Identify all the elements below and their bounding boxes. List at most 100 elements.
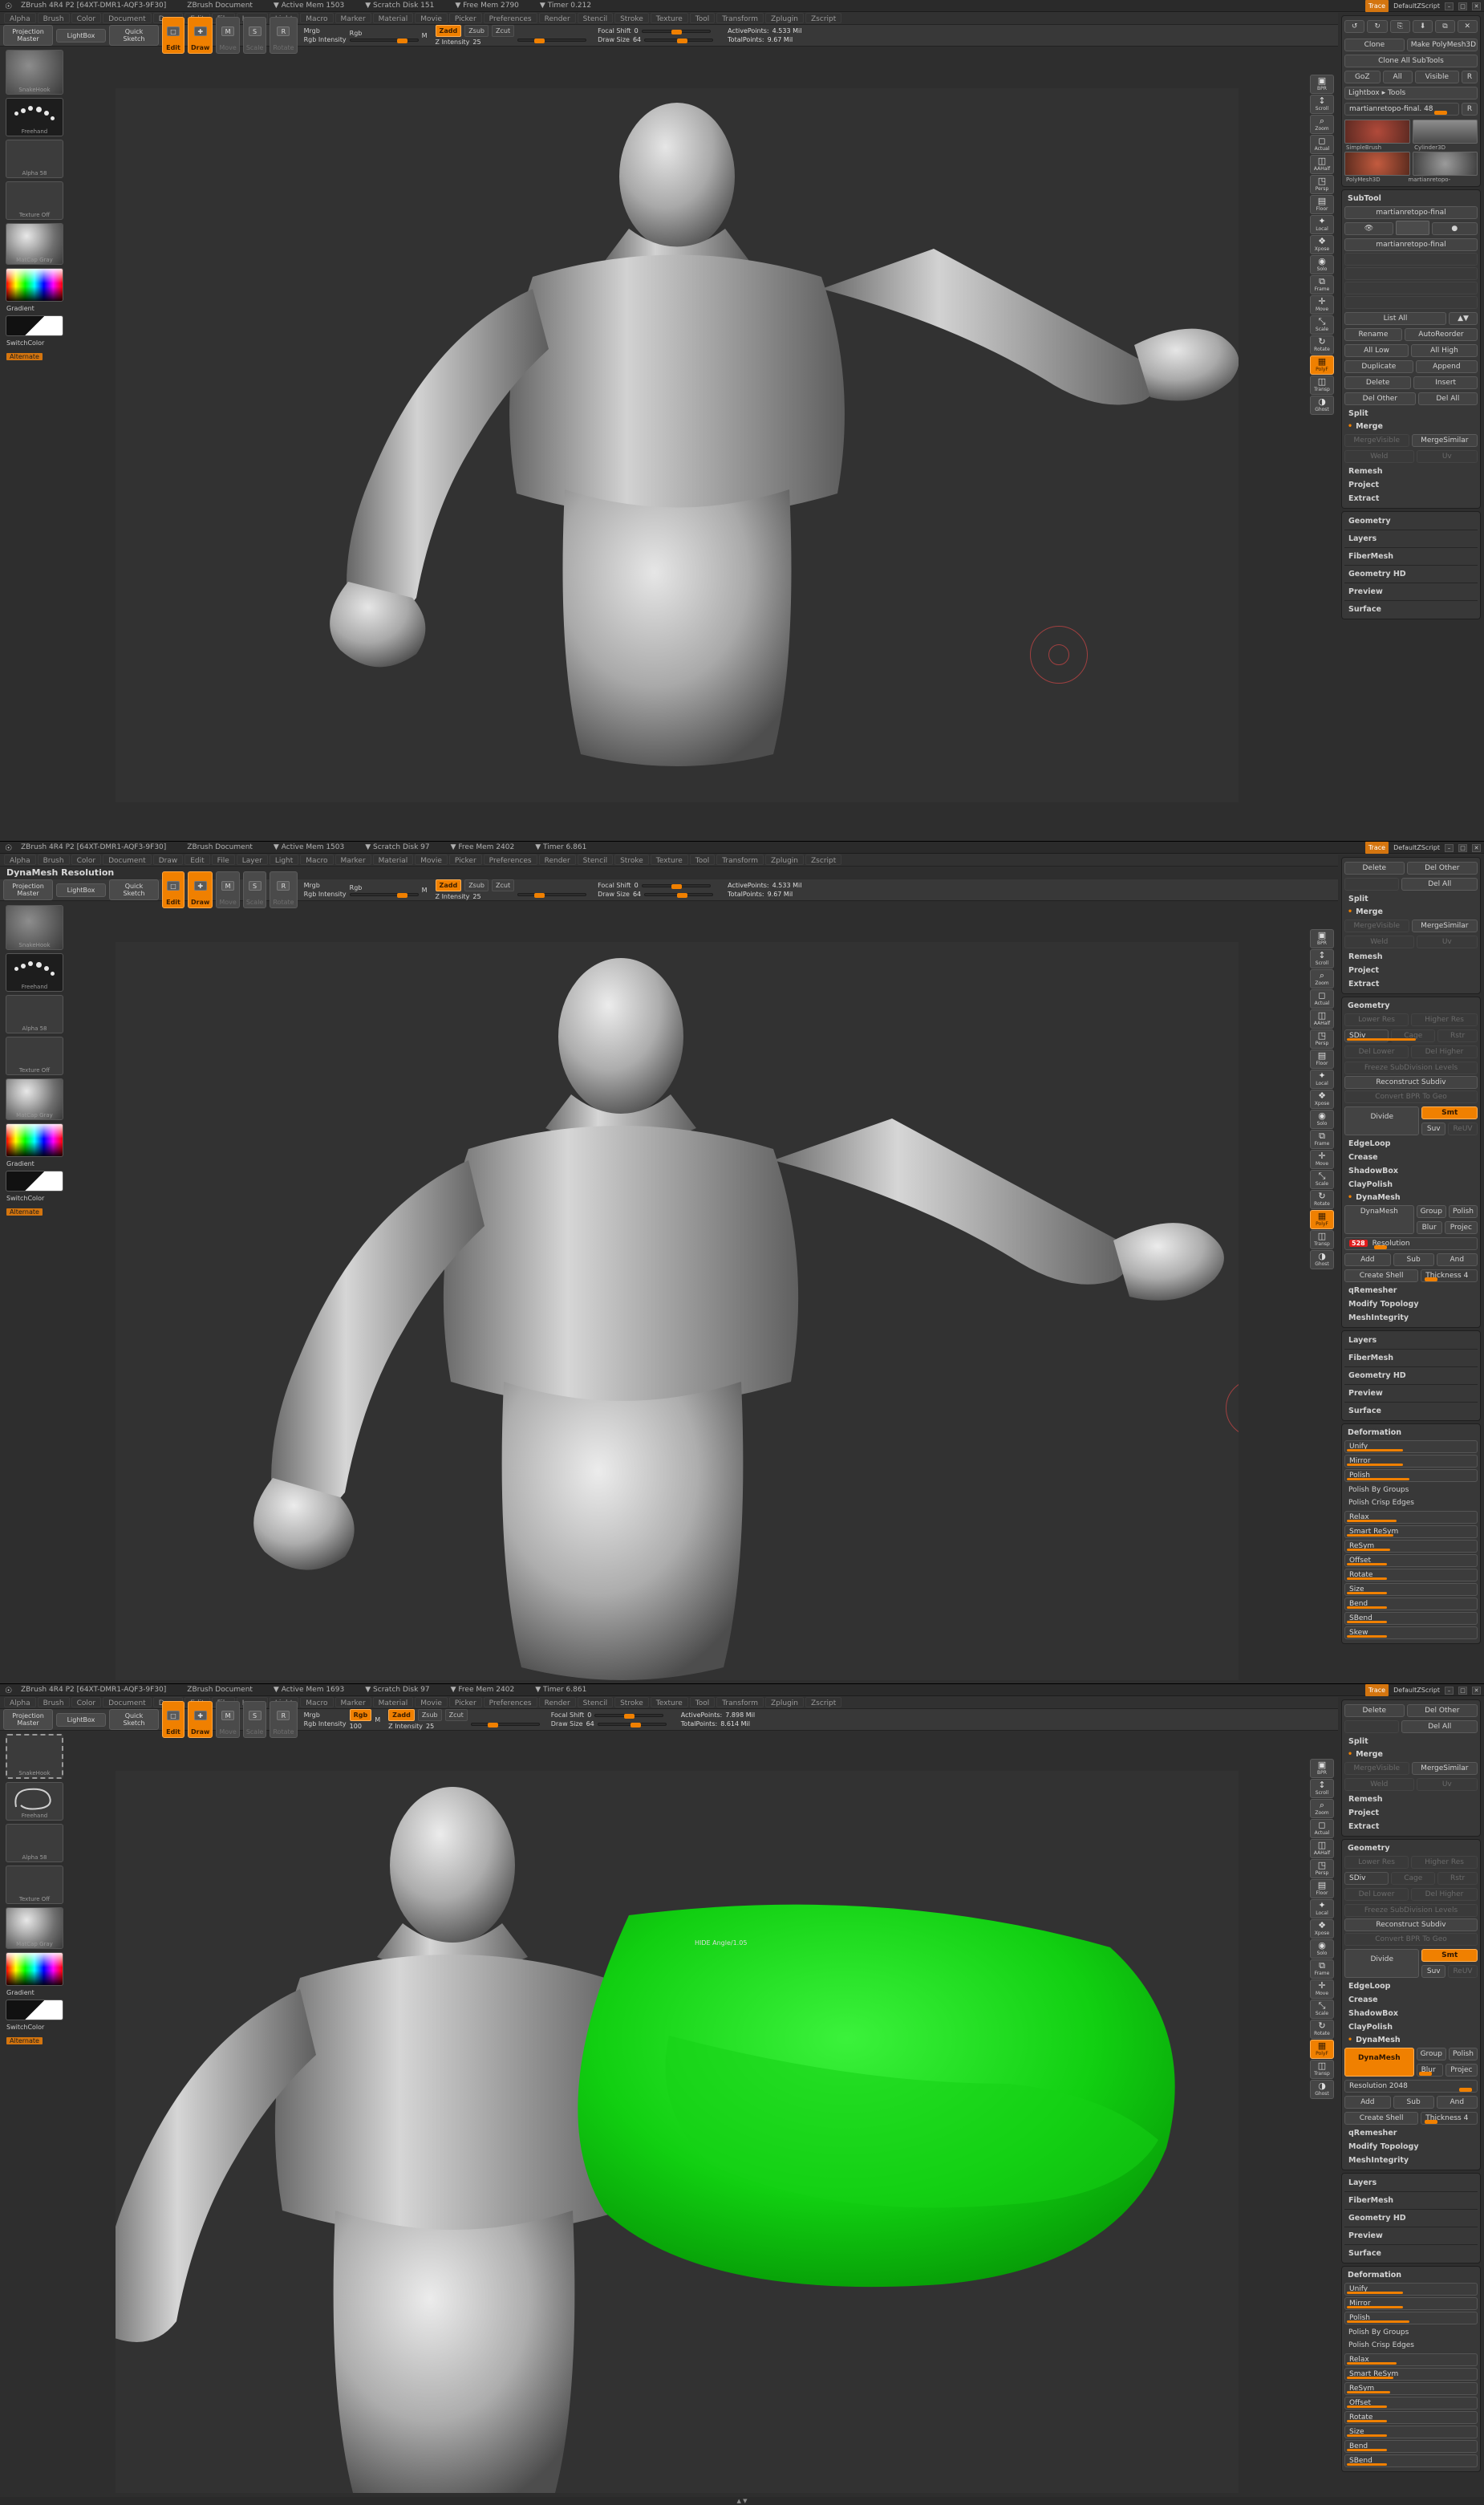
merge-similar-button-2[interactable]: MergeSimilar (1411, 920, 1478, 932)
subtool-slot-3[interactable] (1344, 282, 1478, 294)
shadowbox-section[interactable]: ShadowBox (1344, 1164, 1478, 1178)
rail-button-zoom-2[interactable]: ⌕ Zoom (1310, 969, 1334, 989)
create-shell-button-2[interactable]: Create Shell (1344, 1269, 1419, 1282)
alpha-swatch[interactable]: Alpha 58 (6, 140, 63, 178)
dynamesh-add-button-3[interactable]: Add (1344, 2096, 1391, 2109)
dynamesh-sub-button-2[interactable]: Sub (1393, 1253, 1434, 1266)
zadd-button-3[interactable]: Zadd (388, 1709, 415, 1721)
merge-visible-button[interactable]: MergeVisible (1344, 434, 1409, 447)
move-mode-button-3[interactable]: M Move (216, 1701, 240, 1738)
fibermesh-section-header-2[interactable]: FiberMesh (1344, 1351, 1478, 1365)
menu-material-3[interactable]: Material (372, 1697, 414, 1707)
stroke-swatch-2[interactable]: Freehand (6, 953, 63, 992)
menu-texture[interactable]: Texture (650, 13, 688, 23)
subtool-paint-icon[interactable]: ● (1431, 222, 1478, 235)
focal-shift-slider-2[interactable] (641, 883, 711, 889)
menu-tool-3[interactable]: Tool (689, 1697, 716, 1707)
maximize-button[interactable]: □ (1458, 2, 1467, 10)
remesh-section[interactable]: Remesh (1344, 465, 1478, 478)
rail-button-move-3[interactable]: ✛ Move (1310, 1979, 1334, 1999)
smt-button[interactable]: Smt (1421, 1106, 1478, 1119)
cage-button-3[interactable]: Cage (1391, 1872, 1436, 1885)
rail-button-ghost-1[interactable]: ◑ Ghost (1310, 396, 1334, 415)
menu-color-3[interactable]: Color (71, 1697, 102, 1707)
draw-mode-button-3[interactable]: ✚ Draw (188, 1701, 213, 1738)
merge-similar-button-3[interactable]: MergeSimilar (1411, 1762, 1478, 1775)
rail-button-polyf-2[interactable]: ▦ PolyF (1310, 1210, 1334, 1229)
geometry-hd-section-header-3[interactable]: Geometry HD (1344, 2211, 1478, 2225)
rail-button-actual-3[interactable]: ◻ Actual (1310, 1819, 1334, 1838)
dynamesh-resolution-slider-3[interactable]: Resolution 2048 (1344, 2080, 1478, 2093)
preview-section-header-3[interactable]: Preview (1344, 2229, 1478, 2243)
menu-macro[interactable]: Macro (300, 13, 334, 23)
clone-all-subtools-button[interactable]: Clone All SubTools (1344, 55, 1478, 67)
convert-bpr-to-geo-button[interactable]: Convert BPR To Geo (1344, 1090, 1478, 1103)
menu-color-2[interactable]: Color (71, 855, 102, 865)
mrgb-button-2[interactable]: Mrgb (304, 882, 347, 889)
rail-button-persp-1[interactable]: ◳ Persp (1310, 175, 1334, 194)
menu-stencil-3[interactable]: Stencil (577, 1697, 614, 1707)
reuv-button-3[interactable]: ReUV (1448, 1965, 1478, 1978)
zcut-button[interactable]: Zcut (492, 25, 515, 37)
deformation-row-resym[interactable]: ReSym (1344, 1540, 1478, 1553)
menu-alpha-2[interactable]: Alpha (4, 855, 36, 865)
sdiv-slider[interactable]: SDiv (1344, 1029, 1416, 1042)
rgb-button-3[interactable]: Rgb (349, 1709, 372, 1721)
rail-button-move-2[interactable]: ✛ Move (1310, 1150, 1334, 1169)
lightbox-button-3[interactable]: LightBox (56, 1712, 106, 1727)
rail-button-frame-2[interactable]: ⧉ Frame (1310, 1130, 1334, 1149)
del-lower-button[interactable]: Del Lower (1344, 1045, 1409, 1058)
maximize-button-2[interactable]: □ (1458, 843, 1467, 852)
rail-button-zoom-3[interactable]: ⌕ Zoom (1310, 1799, 1334, 1818)
rgb-intensity-slider[interactable] (349, 38, 419, 43)
dynamesh-add-button-2[interactable]: Add (1344, 1253, 1391, 1266)
m-button-3[interactable]: M (375, 1716, 380, 1723)
rotate-mode-button-3[interactable]: R Rotate (270, 1701, 298, 1738)
surface-section-header-2[interactable]: Surface (1344, 1404, 1478, 1418)
rail-button-aahalf-1[interactable]: ◫ AAHalf (1310, 155, 1334, 174)
menu-zscript[interactable]: Zscript (805, 13, 842, 23)
deformation-row-rotate[interactable]: Rotate (1344, 1569, 1478, 1581)
deformation-row-polish-crisp-edges[interactable]: Polish Crisp Edges (1344, 1496, 1478, 1509)
switch-color-swatch[interactable] (6, 315, 63, 336)
edgeloop-section[interactable]: EdgeLoop (1344, 1137, 1478, 1151)
redo-icon[interactable]: ↻ (1367, 20, 1388, 33)
merge-similar-button[interactable]: MergeSimilar (1411, 434, 1478, 447)
mesh-integrity-section-2[interactable]: MeshIntegrity (1344, 1311, 1478, 1325)
divide-button[interactable]: Divide (1344, 1106, 1420, 1135)
menu-movie-2[interactable]: Movie (415, 855, 448, 865)
weld-button-3[interactable]: Weld (1344, 1778, 1414, 1791)
thickness-slider-2[interactable]: Thickness 4 (1421, 1269, 1478, 1282)
menu-zplugin-3[interactable]: Zplugin (765, 1697, 805, 1707)
menu-file-2[interactable]: File (211, 855, 235, 865)
tool-r-button[interactable]: R (1462, 103, 1478, 116)
reuv-button[interactable]: ReUV (1448, 1123, 1478, 1135)
menu-alpha-3[interactable]: Alpha (4, 1697, 36, 1707)
zsub-button[interactable]: Zsub (464, 25, 489, 37)
rail-button-solo-3[interactable]: ◉ Solo (1310, 1939, 1334, 1959)
uv-button[interactable]: Uv (1416, 450, 1478, 463)
dynamesh-project-button-2[interactable]: Projec (1444, 1221, 1478, 1234)
menu-alpha[interactable]: Alpha (4, 13, 36, 23)
rail-button-xpose-1[interactable]: ❖ Xpose (1310, 235, 1334, 254)
switch-color-swatch-3[interactable] (6, 2000, 63, 2020)
rail-button-aahalf-2[interactable]: ◫ AAHalf (1310, 1009, 1334, 1029)
deformation-row-unify-3[interactable]: Unify (1344, 2283, 1478, 2296)
lower-res-button-3[interactable]: Lower Res (1344, 1856, 1409, 1869)
color-picker-3[interactable] (6, 1952, 63, 1986)
rail-button-transp-2[interactable]: ◫ Transp (1310, 1230, 1334, 1249)
deformation-row-polish-3[interactable]: Polish (1344, 2312, 1478, 2324)
lightbox-button-2[interactable]: LightBox (56, 883, 106, 897)
rail-button-solo-2[interactable]: ◉ Solo (1310, 1110, 1334, 1129)
menu-picker[interactable]: Picker (448, 13, 482, 23)
menu-brush[interactable]: Brush (37, 13, 70, 23)
project-section[interactable]: Project (1344, 478, 1478, 492)
claypolish-section-3[interactable]: ClayPolish (1344, 2020, 1478, 2034)
material-swatch-3[interactable]: MatCap Gray (6, 1907, 63, 1949)
project-section-3[interactable]: Project (1344, 1806, 1478, 1820)
dynamesh-and-button-3[interactable]: And (1436, 2096, 1478, 2109)
rail-button-scale-3[interactable]: ⤡ Scale (1310, 2000, 1334, 2019)
color-picker-2[interactable] (6, 1123, 63, 1157)
rail-button-local-2[interactable]: ✦ Local (1310, 1070, 1334, 1089)
freeze-subdivision-levels-button-3[interactable]: Freeze SubDivision Levels (1344, 1904, 1478, 1917)
